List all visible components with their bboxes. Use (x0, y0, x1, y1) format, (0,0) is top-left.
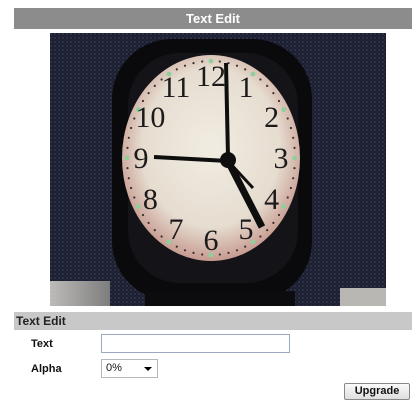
dial-numeral: 6 (204, 224, 219, 257)
dial-dot (126, 167, 129, 170)
dial-dot (286, 196, 289, 199)
dial-dot (259, 78, 262, 81)
chevron-down-icon (144, 367, 152, 371)
dial-dot (124, 155, 130, 161)
dial-numeral: 8 (143, 183, 158, 216)
dial-dot (147, 92, 150, 95)
dial-dot (130, 126, 133, 130)
dial-dot (292, 136, 295, 139)
dial-numeral: 7 (169, 213, 184, 246)
text-label: Text (31, 338, 53, 350)
dial-dot (266, 229, 269, 232)
section-header: Text Edit (14, 312, 412, 330)
dial-dot (147, 221, 150, 224)
dial-dot (130, 186, 133, 190)
dial-dot (272, 221, 275, 224)
alpha-label: Alpha (31, 363, 62, 375)
dial-dot (160, 235, 163, 238)
dial-numeral: 11 (162, 71, 191, 104)
dial-dot (266, 84, 269, 87)
dial-dot (259, 235, 262, 238)
dial-numeral: 1 (239, 71, 254, 104)
dial-dot (133, 196, 136, 199)
dial-dot (289, 126, 292, 130)
dial-numeral: 12 (196, 60, 226, 93)
dial-dot (135, 204, 141, 209)
dial-dot (218, 253, 221, 256)
dial-dot (227, 251, 230, 254)
clock-image: 12 12 3 45678 9 1011 (50, 33, 386, 306)
dial-dot (292, 155, 298, 161)
page-title-bar: Text Edit (14, 8, 412, 29)
dial-dot (286, 117, 289, 120)
page-title: Text Edit (186, 11, 240, 26)
dial-dot (235, 64, 239, 67)
dial-dot (293, 146, 296, 149)
dial-dot (127, 136, 130, 139)
dial-dot (281, 204, 287, 209)
dial-dot (289, 186, 292, 190)
dial-dot (292, 177, 295, 180)
dial-dot (153, 229, 156, 232)
alpha-selected-value: 0% (106, 362, 122, 374)
dial-numeral: 4 (264, 183, 279, 216)
dial-dot (153, 84, 156, 87)
dial-dot (293, 167, 296, 170)
alpha-select[interactable]: 0% (101, 359, 158, 378)
dial-dot (183, 249, 187, 252)
dial-numeral: 3 (274, 142, 289, 175)
dial-dot (127, 177, 130, 180)
dial-dot (183, 64, 187, 67)
dial-numeral: 10 (135, 101, 165, 134)
camera-preview: 12 1 2 3 4 5 6 7 8 9 10 11 (50, 33, 386, 306)
dial-numeral: 2 (264, 101, 279, 134)
text-input[interactable] (101, 334, 290, 353)
dial-dot (126, 146, 129, 149)
upgrade-button[interactable]: Upgrade (344, 383, 410, 400)
dial-numeral: 9 (134, 142, 149, 175)
dial-numeral: 5 (239, 213, 254, 246)
dial-dot (281, 107, 287, 112)
section-title: Text Edit (16, 314, 66, 328)
dial-dot (235, 249, 239, 252)
dial-dot (272, 92, 275, 95)
dial-dot (192, 251, 195, 254)
dial-dot (192, 62, 195, 65)
